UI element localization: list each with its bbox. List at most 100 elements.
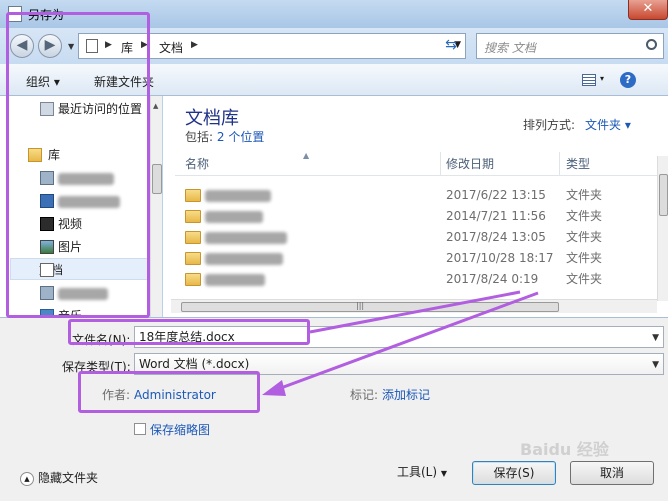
- column-date-modified[interactable]: 修改日期: [446, 152, 560, 176]
- breadcrumb-documents[interactable]: 文档: [159, 39, 183, 56]
- file-name-blurred: [205, 248, 283, 269]
- file-type: 文件夹: [566, 251, 603, 265]
- save-button[interactable]: 保存(S): [472, 461, 556, 485]
- file-date: 2017/6/22 13:15: [446, 188, 546, 202]
- address-bar[interactable]: ▶ 库 ▶ 文档 ▶ ▼: [78, 33, 466, 59]
- refresh-icon[interactable]: ⇆: [440, 37, 462, 55]
- nav-item-blurred[interactable]: [58, 190, 161, 212]
- hide-folders-button[interactable]: ▲ 隐藏文件夹: [20, 469, 98, 486]
- file-list-horizontal-scrollbar[interactable]: |||: [171, 299, 657, 313]
- includes-label: 包括:: [185, 130, 214, 144]
- collapse-icon: ▲: [20, 471, 34, 486]
- command-bar: 组织 ▾ 新建文件夹 ▾ ?: [0, 64, 668, 96]
- breadcrumb-arrow-icon[interactable]: ▶: [105, 40, 112, 50]
- search-placeholder: 搜索 文档: [484, 41, 536, 55]
- folder-icon: [185, 210, 201, 223]
- tags-field: 标记: 添加标记: [350, 386, 430, 403]
- file-name-blurred: [205, 185, 271, 206]
- folder-icon: [185, 189, 201, 202]
- author-label: 作者:: [102, 388, 131, 402]
- tools-menu[interactable]: 工具(L) ▼: [384, 461, 460, 485]
- nav-item-recent[interactable]: 最近访问的位置: [58, 98, 161, 120]
- file-row[interactable]: 2017/8/24 0:19 文件夹: [185, 269, 655, 290]
- library-title: 文档库: [185, 108, 239, 129]
- navigation-pane: 最近访问的位置 库 视频 图片 文档 音乐: [0, 96, 162, 317]
- tags-label: 标记:: [350, 388, 379, 402]
- window-title: 另存为: [28, 8, 65, 22]
- file-name-blurred: [205, 269, 265, 290]
- document-icon: [40, 263, 54, 277]
- arrange-dropdown[interactable]: 文件夹 ▾: [585, 118, 631, 132]
- scroll-grip-icon: |||: [356, 301, 365, 310]
- filename-dropdown-icon[interactable]: ▼: [652, 328, 659, 348]
- change-view-icon[interactable]: [582, 74, 596, 86]
- recent-pages-dropdown[interactable]: ▼: [68, 42, 74, 51]
- filetype-dropdown-icon[interactable]: ▼: [652, 355, 659, 375]
- cancel-button[interactable]: 取消: [570, 461, 654, 485]
- video-icon: [40, 217, 54, 231]
- documents-icon: [86, 39, 98, 53]
- scroll-up-icon[interactable]: ▲: [153, 102, 158, 110]
- view-dropdown-icon[interactable]: ▾: [600, 74, 604, 83]
- filename-label: 文件名(N):: [72, 333, 131, 347]
- back-button[interactable]: ◀: [10, 34, 34, 58]
- file-row[interactable]: 2017/8/24 13:05 文件夹: [185, 227, 655, 248]
- arrange-by: 排列方式: 文件夹 ▾: [523, 116, 631, 133]
- new-folder-button[interactable]: 新建文件夹: [94, 73, 154, 90]
- file-list-pane: 文档库 包括: 2 个位置 排列方式: 文件夹 ▾ ▲ 名称 修改日期 类型 20…: [163, 96, 668, 317]
- breadcrumb-library[interactable]: 库: [121, 39, 133, 56]
- nav-item-library[interactable]: 库: [48, 144, 161, 166]
- library-includes: 包括: 2 个位置: [185, 128, 264, 145]
- includes-locations-link[interactable]: 2 个位置: [217, 130, 264, 144]
- help-icon[interactable]: ?: [620, 72, 636, 88]
- music-icon: [40, 309, 54, 317]
- file-date: 2017/8/24 13:05: [446, 230, 546, 244]
- save-form: 文件名(N): 18年度总结.docx ▼ 保存类型(T): Word 文档 (…: [0, 317, 668, 501]
- address-row: ◀ ▶ ▼ ▶ 库 ▶ 文档 ▶ ▼ ⇆ 搜索 文档: [0, 28, 668, 64]
- tools-label: 工具(L): [396, 465, 438, 479]
- breadcrumb-arrow-icon[interactable]: ▶: [141, 40, 148, 50]
- search-input[interactable]: 搜索 文档: [476, 33, 664, 59]
- filetype-select[interactable]: Word 文档 (*.docx) ▼: [134, 353, 664, 375]
- column-name[interactable]: 名称: [185, 152, 441, 176]
- save-as-icon: [8, 6, 22, 22]
- file-row[interactable]: 2017/10/28 18:17 文件夹: [185, 248, 655, 269]
- file-type: 文件夹: [566, 230, 603, 244]
- author-field: 作者: Administrator: [102, 386, 216, 403]
- nav-item-blurred[interactable]: [58, 282, 161, 304]
- add-tags-link[interactable]: 添加标记: [382, 388, 430, 402]
- close-button[interactable]: ✕: [628, 0, 668, 20]
- nav-item-documents[interactable]: 文档: [10, 258, 152, 280]
- forward-button[interactable]: ▶: [38, 34, 62, 58]
- organize-menu[interactable]: 组织 ▾: [26, 73, 60, 90]
- nav-item-music[interactable]: 音乐: [58, 305, 161, 317]
- breadcrumb-arrow-icon[interactable]: ▶: [191, 40, 198, 50]
- scroll-thumb[interactable]: [659, 174, 668, 216]
- library-item-icon: [40, 171, 54, 185]
- nav-item-blurred[interactable]: [58, 167, 161, 189]
- file-date: 2017/10/28 18:17: [446, 251, 554, 265]
- column-type[interactable]: 类型: [566, 152, 656, 176]
- file-row[interactable]: 2017/6/22 13:15 文件夹: [185, 185, 655, 206]
- baidu-watermark: Baidu 经验: [520, 440, 609, 459]
- filetype-label: 保存类型(T):: [62, 360, 131, 374]
- file-type: 文件夹: [566, 188, 603, 202]
- nav-item-pictures[interactable]: 图片: [58, 236, 161, 258]
- file-date: 2017/8/24 0:19: [446, 272, 539, 286]
- save-thumbnail-label[interactable]: 保存缩略图: [150, 421, 210, 438]
- save-thumbnail-checkbox[interactable]: [134, 423, 146, 435]
- search-icon[interactable]: [646, 39, 657, 50]
- nav-item-videos[interactable]: 视频: [58, 213, 161, 235]
- scroll-thumb[interactable]: [181, 302, 559, 312]
- tools-dropdown-icon: ▼: [440, 469, 448, 478]
- file-type: 文件夹: [566, 209, 603, 223]
- scroll-thumb[interactable]: [152, 164, 162, 194]
- file-name-blurred: [205, 206, 263, 227]
- file-list-vertical-scrollbar[interactable]: [657, 156, 668, 301]
- filename-input[interactable]: 18年度总结.docx ▼: [134, 326, 664, 348]
- file-row[interactable]: 2014/7/21 11:56 文件夹: [185, 206, 655, 227]
- author-value[interactable]: Administrator: [134, 388, 216, 402]
- hide-folders-label: 隐藏文件夹: [38, 471, 99, 485]
- navigation-scrollbar[interactable]: ▲: [150, 96, 162, 317]
- file-type: 文件夹: [566, 272, 603, 286]
